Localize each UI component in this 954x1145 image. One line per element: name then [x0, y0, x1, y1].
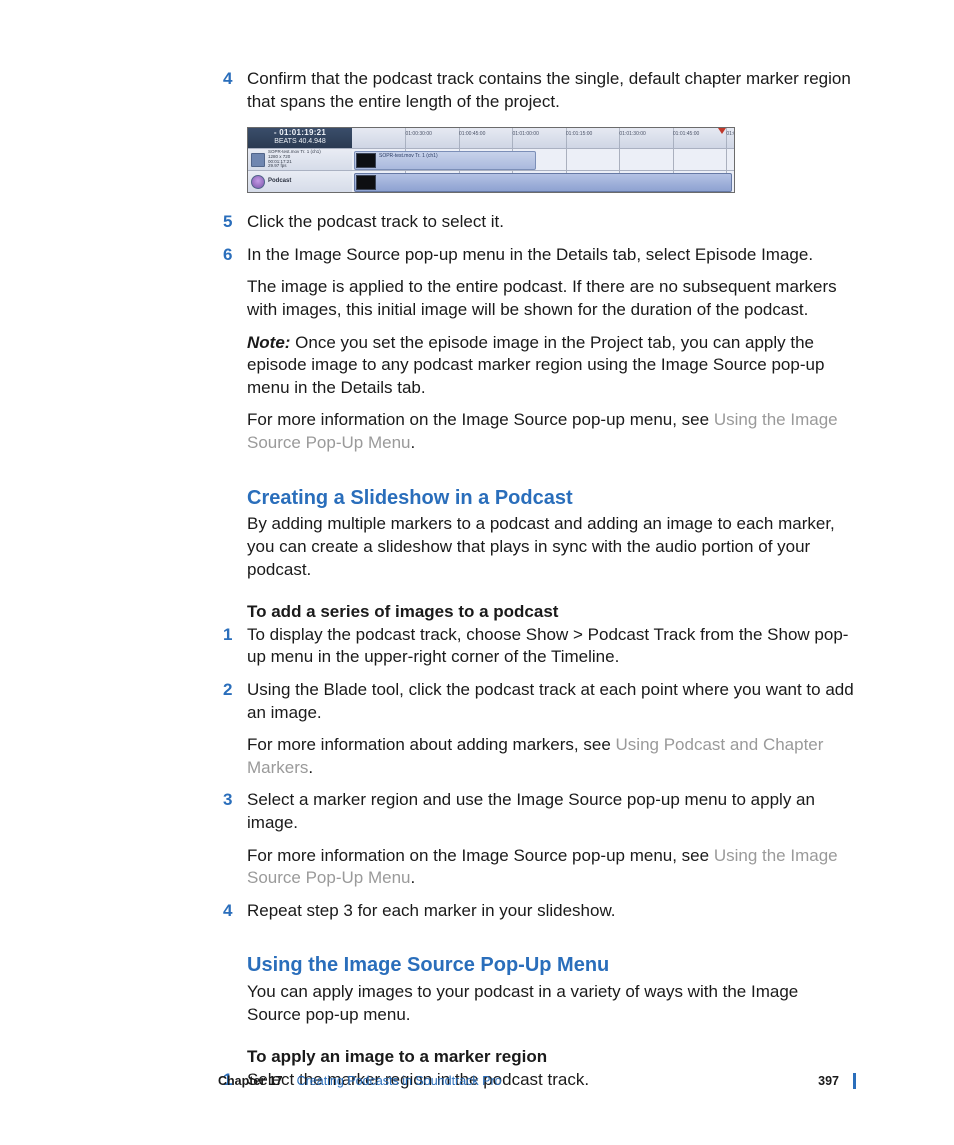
image-source-intro: You can apply images to your podcast in … [247, 981, 856, 1026]
step-6: 6 In the Image Source pop-up menu in the… [247, 244, 856, 455]
step-number: 1 [223, 624, 232, 647]
step-number: 5 [223, 211, 232, 234]
slideshow-step-4: 4 Repeat step 3 for each marker in your … [247, 900, 856, 923]
text: For more information on the Image Source… [247, 846, 714, 865]
timeline-screenshot: - 01:01:19:21 BEATS 40.4.948 01:00:30:00… [247, 127, 735, 193]
slideshow-step-2-after: For more information about adding marker… [247, 734, 856, 779]
page: 4 Confirm that the podcast track contain… [0, 0, 954, 1145]
step-5: 5 Click the podcast track to select it. [247, 211, 856, 234]
figure-top: - 01:01:19:21 BEATS 40.4.948 01:00:30:00… [248, 128, 734, 148]
task-heading-image-source: To apply an image to a marker region [247, 1046, 856, 1069]
podcast-marker-region [354, 173, 732, 192]
step-number: 4 [223, 900, 232, 923]
ruler-label: 01:00:45:00 [459, 131, 485, 138]
ruler-label: 01:00:30:00 [405, 131, 431, 138]
podcast-track-title: Podcast [268, 178, 291, 186]
heading-slideshow: Creating a Slideshow in a Podcast [247, 485, 856, 512]
playhead-icon [718, 128, 726, 134]
note-label: Note: [247, 333, 290, 352]
slideshow-intro: By adding multiple markers to a podcast … [247, 513, 856, 581]
slideshow-step-3: 3 Select a marker region and use the Ima… [247, 789, 856, 889]
slideshow-step-2: 2 Using the Blade tool, click the podcas… [247, 679, 856, 779]
video-track-header: SOPR-test.mov Tr. 1 (ch1) 1280 x 720 00:… [248, 149, 352, 170]
step-text: Click the podcast track to select it. [247, 212, 504, 231]
step-number: 6 [223, 244, 232, 267]
video-clip-label: SOPR-test.mov Tr. 1 (ch1) [379, 153, 438, 160]
step-number: 3 [223, 789, 232, 812]
ruler-label: 01:01:45:00 [673, 131, 699, 138]
ruler-label: 01:02:00:00 [726, 131, 734, 138]
step-number: 2 [223, 679, 232, 702]
step-text: Using the Blade tool, click the podcast … [247, 680, 854, 722]
step-6-para-1: The image is applied to the entire podca… [247, 276, 856, 321]
step-6-note: Note: Once you set the episode image in … [247, 332, 856, 400]
video-track-icon [251, 153, 265, 167]
podcast-track-icon [251, 175, 265, 189]
step-text: Repeat step 3 for each marker in your sl… [247, 901, 616, 920]
podcast-track-header: Podcast [248, 171, 352, 192]
note-text: Once you set the episode image in the Pr… [247, 333, 824, 397]
step-number: 4 [223, 68, 232, 91]
slideshow-step-3-after: For more information on the Image Source… [247, 845, 856, 890]
video-track-meta: SOPR-test.mov Tr. 1 (ch1) 1280 x 720 00:… [268, 150, 321, 169]
text: . [308, 758, 313, 777]
figure-rows: SOPR-test.mov Tr. 1 (ch1) 1280 x 720 00:… [248, 148, 734, 192]
heading-image-source: Using the Image Source Pop-Up Menu [247, 952, 856, 979]
text: . [410, 433, 415, 452]
step-6-para-3: For more information on the Image Source… [247, 409, 856, 454]
podcast-track-body [352, 171, 734, 192]
podcast-track-row: Podcast [248, 170, 734, 192]
video-track-body: SOPR-test.mov Tr. 1 (ch1) [352, 149, 734, 170]
footer-title: Creating Podcasts in Soundtrack Pro [297, 1073, 819, 1090]
text: . [410, 868, 415, 887]
video-track-row: SOPR-test.mov Tr. 1 (ch1) 1280 x 720 00:… [248, 148, 734, 170]
timecode-counter: - 01:01:19:21 BEATS 40.4.948 [248, 128, 352, 148]
text: For more information about adding marker… [247, 735, 616, 754]
step-text: To display the podcast track, choose Sho… [247, 625, 848, 667]
ruler-label: 01:01:30:00 [619, 131, 645, 138]
slideshow-step-1: 1 To display the podcast track, choose S… [247, 624, 856, 669]
step-text: Confirm that the podcast track contains … [247, 69, 851, 111]
timecode-sub: BEATS 40.4.948 [248, 138, 352, 146]
page-footer: Chapter 17 Creating Podcasts in Soundtra… [218, 1073, 856, 1089]
footer-chapter: Chapter 17 [218, 1073, 283, 1090]
ruler-label: 01:01:00:00 [512, 131, 538, 138]
task-heading-slideshow: To add a series of images to a podcast [247, 601, 856, 624]
step-text: In the Image Source pop-up menu in the D… [247, 245, 813, 264]
timeline-ruler: 01:00:30:00 01:00:45:00 01:01:00:00 01:0… [352, 128, 734, 148]
step-4: 4 Confirm that the podcast track contain… [247, 68, 856, 113]
step-text: Select a marker region and use the Image… [247, 790, 815, 832]
footer-page-number: 397 [818, 1073, 839, 1090]
text: For more information on the Image Source… [247, 410, 714, 429]
video-clip: SOPR-test.mov Tr. 1 (ch1) [354, 151, 536, 170]
ruler-label: 01:01:15:00 [566, 131, 592, 138]
timecode-value: - 01:01:19:21 [248, 129, 352, 138]
